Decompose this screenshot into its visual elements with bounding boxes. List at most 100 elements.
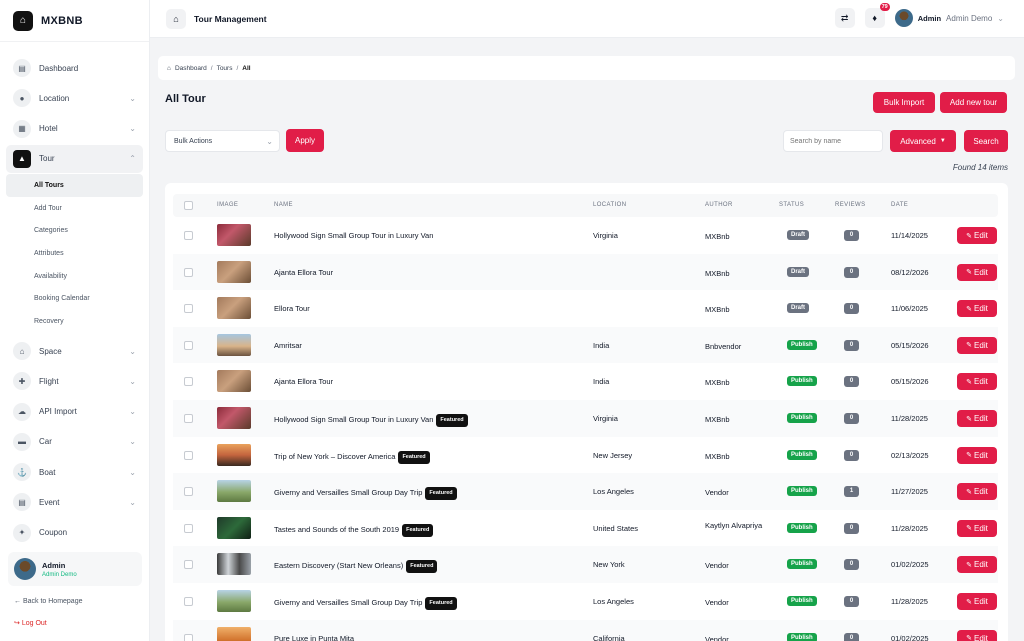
tour-name-cell[interactable]: Hollywood Sign Small Group Tour in Luxur… bbox=[274, 414, 468, 427]
submenu-item-booking-calendar[interactable]: Booking Calendar bbox=[6, 288, 143, 311]
tour-author: Vendor bbox=[705, 561, 729, 571]
logout-link[interactable]: ↪ Log Out bbox=[14, 619, 47, 627]
bell-icon: ♦ bbox=[872, 13, 877, 23]
row-checkbox[interactable] bbox=[184, 340, 193, 350]
user-name: Admin bbox=[42, 560, 66, 570]
edit-button[interactable]: ✎ Edit bbox=[957, 336, 997, 354]
avatar bbox=[14, 558, 36, 580]
edit-icon: ✎ bbox=[966, 232, 973, 240]
tour-name-cell[interactable]: Amritsar bbox=[274, 341, 302, 350]
submenu-item-categories[interactable]: Categories bbox=[6, 220, 143, 243]
sidebar-item-hotel[interactable]: ▦ Hotel ⌄ bbox=[6, 115, 143, 143]
edit-button[interactable]: ✎ Edit bbox=[957, 556, 997, 574]
edit-button[interactable]: ✎ Edit bbox=[957, 483, 997, 501]
tour-author: Vendor bbox=[705, 488, 729, 498]
tour-name-cell[interactable]: Ajanta Ellora Tour bbox=[274, 268, 333, 277]
sidebar-item-dashboard[interactable]: ▤ Dashboard bbox=[6, 54, 143, 82]
sidebar-item-tour[interactable]: ▲ Tour ⌃ bbox=[6, 144, 143, 173]
edit-button[interactable]: ✎ Edit bbox=[957, 227, 997, 244]
sidebar-item-event[interactable]: ▤ Event ⌄ bbox=[6, 488, 143, 516]
row-checkbox[interactable] bbox=[184, 377, 193, 387]
home-button[interactable]: ⌂ bbox=[166, 8, 186, 29]
bulk-actions-value: Bulk Actions bbox=[174, 137, 213, 145]
user-menu[interactable]: Admin Admin Demo ⌄ bbox=[894, 9, 1004, 27]
status-badge: Draft bbox=[787, 303, 810, 314]
space-icon: ⌂ bbox=[13, 342, 31, 360]
back-label: Back to Homepage bbox=[22, 598, 83, 605]
sidebar-item-location[interactable]: ● Location ⌄ bbox=[6, 84, 143, 112]
edit-button[interactable]: ✎ Edit bbox=[957, 446, 997, 464]
breadcrumb-separator: / bbox=[236, 64, 239, 72]
tour-author: MXBnb bbox=[705, 378, 730, 388]
sidebar-item-label: Hotel bbox=[39, 124, 58, 134]
select-all-checkbox[interactable] bbox=[184, 201, 193, 210]
row-checkbox[interactable] bbox=[184, 450, 193, 460]
advanced-button[interactable]: Advanced ▼ bbox=[890, 130, 956, 152]
tour-name-cell[interactable]: Giverny and Versailles Small Group Day T… bbox=[274, 487, 457, 501]
edit-button[interactable]: ✎ Edit bbox=[957, 410, 997, 427]
tour-location: Virginia bbox=[593, 414, 618, 423]
status-badge: Publish bbox=[787, 486, 817, 497]
language-button[interactable]: ⇄ bbox=[834, 8, 855, 28]
table-row: Giverny and Versailles Small Group Day T… bbox=[173, 583, 998, 620]
submenu-item-all-tours[interactable]: All Tours bbox=[6, 174, 143, 197]
submenu-item-recovery[interactable]: Recovery bbox=[6, 310, 143, 333]
row-checkbox[interactable] bbox=[184, 560, 193, 570]
edit-icon: ✎ bbox=[966, 561, 973, 569]
tour-name-cell[interactable]: Pure Luxe in Punta Mita bbox=[274, 634, 354, 641]
sidebar-item-api-import[interactable]: ☁ API Import ⌄ bbox=[6, 398, 143, 426]
row-checkbox[interactable] bbox=[184, 487, 193, 497]
sidebar-item-flight[interactable]: ✚ Flight ⌄ bbox=[6, 367, 143, 395]
row-checkbox[interactable] bbox=[184, 633, 193, 641]
breadcrumb-tours[interactable]: Tours bbox=[217, 65, 233, 72]
edit-button[interactable]: ✎ Edit bbox=[957, 519, 997, 537]
tour-name-cell[interactable]: Ellora Tour bbox=[274, 304, 310, 313]
edit-button[interactable]: ✎ Edit bbox=[957, 373, 997, 391]
bulk-import-button[interactable]: Bulk Import bbox=[873, 92, 935, 113]
row-checkbox[interactable] bbox=[184, 267, 193, 277]
submenu-item-add-tour[interactable]: Add Tour bbox=[6, 197, 143, 220]
tours-table: IMAGE NAME LOCATION AUTHOR STATUS REVIEW… bbox=[165, 183, 1008, 641]
tour-name-cell[interactable]: Ajanta Ellora Tour bbox=[274, 377, 333, 386]
tour-date: 11/06/2025 bbox=[891, 304, 928, 314]
tour-name: Ajanta Ellora Tour bbox=[274, 267, 334, 277]
bulk-actions-select[interactable]: Bulk Actions ⌄ bbox=[165, 130, 280, 152]
edit-button[interactable]: ✎ Edit bbox=[957, 629, 997, 641]
back-to-homepage-link[interactable]: ← Back to Homepage bbox=[14, 598, 83, 605]
submenu-item-availability[interactable]: Availability bbox=[6, 265, 143, 288]
row-checkbox[interactable] bbox=[184, 304, 193, 314]
apply-button[interactable]: Apply bbox=[286, 129, 324, 152]
add-new-tour-button[interactable]: Add new tour bbox=[940, 92, 1007, 113]
tour-date: 11/14/2025 bbox=[891, 231, 928, 240]
row-checkbox[interactable] bbox=[184, 414, 193, 423]
edit-button[interactable]: ✎ Edit bbox=[957, 263, 997, 281]
sidebar-user-card[interactable]: Admin Admin Demo bbox=[8, 552, 142, 586]
reviews-badge: 0 bbox=[844, 376, 859, 388]
search-input[interactable] bbox=[783, 130, 883, 152]
edit-button[interactable]: ✎ Edit bbox=[957, 300, 997, 318]
event-icon: ▤ bbox=[13, 493, 31, 512]
notifications-button[interactable]: ♦ 79 bbox=[864, 3, 890, 28]
user-role: Admin Demo bbox=[42, 571, 77, 578]
sidebar-item-coupon[interactable]: ✦ Coupon bbox=[6, 519, 143, 547]
sidebar-item-space[interactable]: ⌂ Space ⌄ bbox=[6, 337, 143, 365]
sidebar-item-boat[interactable]: ⚓ Boat ⌄ bbox=[6, 458, 143, 486]
topbar-actions: ⇄ ♦ 79 Admin Admin Demo ⌄ bbox=[834, 3, 1004, 28]
status-badge: Publish bbox=[787, 522, 817, 533]
sidebar-item-car[interactable]: ▬ Car ⌄ bbox=[6, 428, 143, 456]
row-checkbox[interactable] bbox=[184, 231, 193, 240]
tour-name-cell[interactable]: Trip of New York – Discover America Featu… bbox=[274, 450, 430, 464]
tour-name-cell[interactable]: Hollywood Sign Small Group Tour in Luxur… bbox=[274, 231, 433, 240]
row-checkbox[interactable] bbox=[184, 523, 193, 533]
sidebar-item-label: Flight bbox=[39, 376, 59, 386]
row-checkbox[interactable] bbox=[184, 597, 193, 606]
tour-thumbnail bbox=[217, 224, 251, 246]
brand[interactable]: ⌂ MXBNB bbox=[0, 0, 149, 42]
submenu-item-attributes[interactable]: Attributes bbox=[6, 242, 143, 265]
edit-button[interactable]: ✎ Edit bbox=[957, 593, 997, 610]
tour-name-cell[interactable]: Giverny and Versailles Small Group Day T… bbox=[274, 597, 457, 610]
search-button[interactable]: Search bbox=[964, 130, 1008, 152]
breadcrumb-dashboard[interactable]: Dashboard bbox=[175, 65, 207, 72]
tour-name-cell[interactable]: Tastes and Sounds of the South 2019 Featu… bbox=[274, 523, 434, 537]
tour-name-cell[interactable]: Eastern Discovery (Start New Orleans) Fea… bbox=[274, 560, 438, 574]
